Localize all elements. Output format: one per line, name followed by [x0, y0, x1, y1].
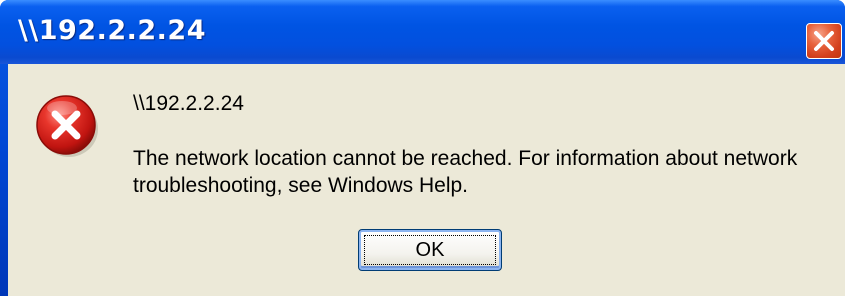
- error-icon: [34, 92, 100, 158]
- ok-button[interactable]: OK: [358, 229, 502, 271]
- dialog-body: \\192.2.2.24 The network location cannot…: [8, 64, 845, 296]
- title-bar[interactable]: \\192.2.2.24: [0, 0, 845, 64]
- error-dialog-window: \\192.2.2.24 \\192.2.2.24 The network lo…: [0, 0, 845, 296]
- close-button[interactable]: [806, 23, 842, 59]
- error-message: The network location cannot be reached. …: [133, 147, 798, 197]
- window-title: \\192.2.2.24: [18, 15, 206, 46]
- ok-button-label: OK: [415, 238, 445, 261]
- close-icon: [814, 31, 834, 51]
- network-path-text: \\192.2.2.24: [133, 92, 244, 115]
